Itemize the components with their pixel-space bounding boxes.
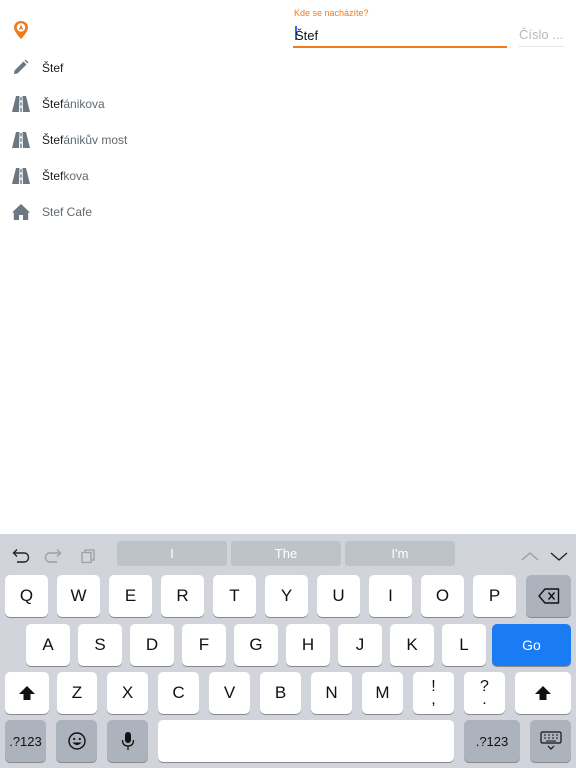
road-icon	[12, 168, 30, 184]
suggestion-label: Štefánikova	[42, 97, 105, 111]
numbers-key-left[interactable]: .?123	[5, 720, 46, 762]
chevron-down-icon[interactable]	[549, 548, 569, 564]
key-bottom-char: .	[482, 691, 487, 708]
key-e[interactable]: E	[109, 575, 152, 617]
key-x[interactable]: X	[107, 672, 148, 714]
key-v[interactable]: V	[209, 672, 250, 714]
key-h[interactable]: H	[286, 624, 330, 666]
numbers-key-right[interactable]: .?123	[464, 720, 520, 762]
redo-icon[interactable]	[44, 548, 64, 564]
key-l[interactable]: L	[442, 624, 486, 666]
field-label: Kde se nacházíte?	[294, 8, 369, 18]
road-icon	[12, 96, 30, 112]
suggestion-item[interactable]: Štef	[0, 50, 280, 86]
prediction-2[interactable]: The	[231, 541, 341, 566]
key-bottom-char: ,	[431, 691, 436, 708]
shift-key-right[interactable]	[515, 672, 571, 714]
key-c[interactable]: C	[158, 672, 199, 714]
on-screen-keyboard: I The I'm Q W E R T Y U I O P A S D F G …	[0, 534, 576, 768]
key-r[interactable]: R	[161, 575, 204, 617]
chevron-up-icon[interactable]	[520, 548, 540, 564]
shift-icon	[535, 686, 551, 700]
suggestion-label: Štefánikův most	[42, 133, 128, 147]
key-exclamation-comma[interactable]: ! ,	[413, 672, 454, 714]
undo-icon[interactable]	[10, 548, 30, 564]
key-f[interactable]: F	[182, 624, 226, 666]
suggestion-item[interactable]: Štefánikova	[0, 86, 280, 122]
key-y[interactable]: Y	[265, 575, 308, 617]
key-question-period[interactable]: ? .	[464, 672, 505, 714]
shift-icon	[19, 686, 35, 700]
key-b[interactable]: B	[260, 672, 301, 714]
key-j[interactable]: J	[338, 624, 382, 666]
space-bar[interactable]	[158, 720, 454, 762]
go-key[interactable]: Go	[492, 624, 571, 666]
key-a[interactable]: A	[26, 624, 70, 666]
prediction-1[interactable]: I	[117, 541, 227, 566]
suggestion-label: Štef	[42, 61, 64, 75]
key-g[interactable]: G	[234, 624, 278, 666]
keyboard-dismiss-icon	[539, 731, 562, 750]
backspace-icon	[537, 588, 559, 604]
key-d[interactable]: D	[130, 624, 174, 666]
street-input[interactable]: Štef	[293, 24, 507, 48]
hide-keyboard-key[interactable]	[530, 720, 571, 762]
location-pin-icon[interactable]	[13, 20, 29, 40]
house-number-placeholder: Číslo ...	[519, 27, 564, 42]
suggestion-item[interactable]: Stef Cafe	[0, 194, 280, 230]
dictation-key[interactable]	[107, 720, 148, 762]
key-s[interactable]: S	[78, 624, 122, 666]
street-input-value: Štef	[295, 28, 319, 43]
prediction-3[interactable]: I'm	[345, 541, 455, 566]
key-z[interactable]: Z	[57, 672, 97, 714]
paste-icon[interactable]	[78, 548, 98, 564]
key-p[interactable]: P	[473, 575, 516, 617]
pencil-icon	[14, 59, 29, 74]
suggestion-label: Štefkova	[42, 169, 89, 183]
emoji-key[interactable]	[56, 720, 97, 762]
key-t[interactable]: T	[213, 575, 256, 617]
suggestion-item[interactable]: Štefkova	[0, 158, 280, 194]
key-m[interactable]: M	[362, 672, 403, 714]
key-i[interactable]: I	[369, 575, 412, 617]
road-icon	[12, 132, 30, 148]
key-n[interactable]: N	[311, 672, 352, 714]
shift-key-left[interactable]	[5, 672, 49, 714]
emoji-icon	[67, 732, 86, 750]
suggestion-label: Stef Cafe	[42, 205, 93, 219]
key-w[interactable]: W	[57, 575, 100, 617]
house-number-input[interactable]: Číslo ...	[518, 24, 564, 47]
key-o[interactable]: O	[421, 575, 464, 617]
key-q[interactable]: Q	[5, 575, 48, 617]
key-k[interactable]: K	[390, 624, 434, 666]
suggestion-item[interactable]: Štefánikův most	[0, 122, 280, 158]
home-icon	[12, 204, 30, 220]
microphone-icon	[121, 732, 134, 750]
key-u[interactable]: U	[317, 575, 360, 617]
backspace-key[interactable]	[526, 575, 571, 617]
